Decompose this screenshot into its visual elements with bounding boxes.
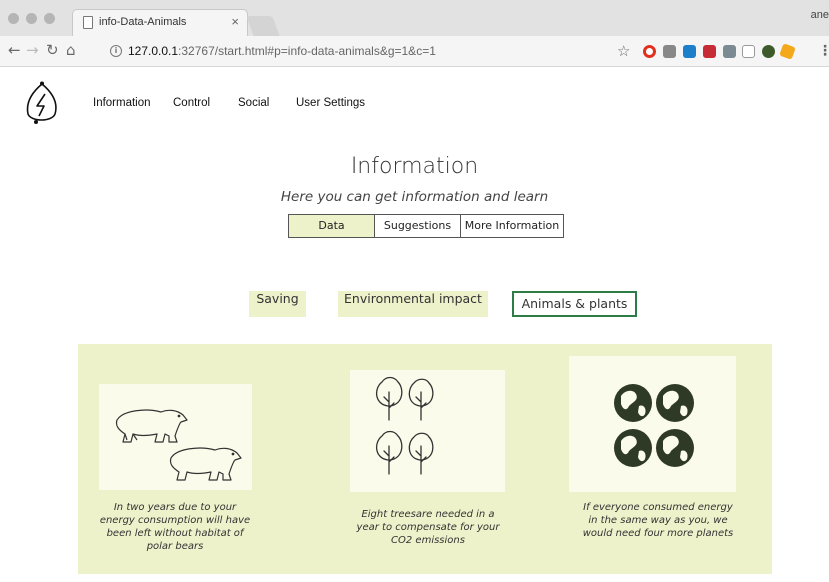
- planets-caption: If everyone consumed energy in the same …: [582, 502, 734, 539]
- trees-icon: [376, 376, 434, 475]
- planets-card: [569, 356, 736, 492]
- forward-icon[interactable]: →: [26, 43, 39, 58]
- subtab-suggestions[interactable]: Suggestions: [375, 215, 461, 237]
- tab-close-icon[interactable]: ×: [231, 14, 239, 29]
- maximize-window-icon[interactable]: [44, 13, 55, 24]
- address-bar[interactable]: i 127.0.0.1:32767/start.html#p=info-data…: [104, 40, 624, 63]
- minimize-window-icon[interactable]: [26, 13, 37, 24]
- page-subtitle: Here you can get information and learn: [280, 189, 549, 205]
- camera-extension-icon[interactable]: [663, 45, 676, 58]
- url-text[interactable]: 127.0.0.1:32767/start.html#p=info-data-a…: [128, 44, 436, 58]
- polar-bears-card: [99, 384, 252, 490]
- menu-icon[interactable]: ⋮: [818, 43, 829, 59]
- profile-name[interactable]: ane: [811, 9, 829, 21]
- nav-item-user-settings[interactable]: User Settings: [296, 97, 365, 109]
- browser-tab-bar: info-Data-Animals × ane: [0, 0, 829, 36]
- trees-caption: Eight treesare needed in a year to compe…: [356, 509, 500, 546]
- category-environmental-impact[interactable]: Environmental impact: [338, 291, 488, 317]
- trello-extension-icon[interactable]: [683, 45, 696, 58]
- evernote-extension-icon[interactable]: [762, 45, 775, 58]
- polar-bears-caption: In two years due to your energy consumpt…: [99, 502, 251, 552]
- document-extension-icon[interactable]: [742, 45, 755, 58]
- info-icon[interactable]: i: [110, 45, 122, 57]
- subtab-data[interactable]: Data: [289, 215, 375, 237]
- info-subtabs: Data Suggestions More Information: [288, 214, 564, 238]
- polar-bears-icon: [115, 409, 242, 481]
- document-icon: [83, 16, 93, 29]
- subtab-more-information[interactable]: More Information: [461, 215, 563, 237]
- nav-item-social[interactable]: Social: [238, 97, 269, 109]
- category-saving[interactable]: Saving: [249, 291, 306, 317]
- shield-extension-icon[interactable]: [723, 45, 736, 58]
- facts-panel: In two years due to your energy consumpt…: [78, 344, 772, 574]
- opera-extension-icon[interactable]: [643, 45, 656, 58]
- star-icon[interactable]: ☆: [617, 42, 630, 60]
- close-window-icon[interactable]: [8, 13, 19, 24]
- page-title: Information: [350, 154, 479, 179]
- reload-icon[interactable]: ↻: [46, 43, 59, 58]
- lightning-bolt-logo-icon[interactable]: [24, 80, 60, 126]
- home-icon[interactable]: ⌂: [66, 43, 76, 58]
- nav-item-information[interactable]: Information: [93, 97, 151, 109]
- mail-extension-icon[interactable]: [703, 45, 716, 58]
- back-icon[interactable]: ←: [8, 43, 21, 58]
- category-animals-plants[interactable]: Animals & plants: [512, 291, 637, 317]
- planets-icon: [614, 384, 694, 467]
- tab-title: info-Data-Animals: [99, 16, 187, 28]
- new-tab-button[interactable]: [246, 16, 280, 36]
- browser-tab[interactable]: info-Data-Animals ×: [72, 9, 248, 36]
- nav-item-control[interactable]: Control: [173, 97, 210, 109]
- trees-card: [350, 370, 505, 492]
